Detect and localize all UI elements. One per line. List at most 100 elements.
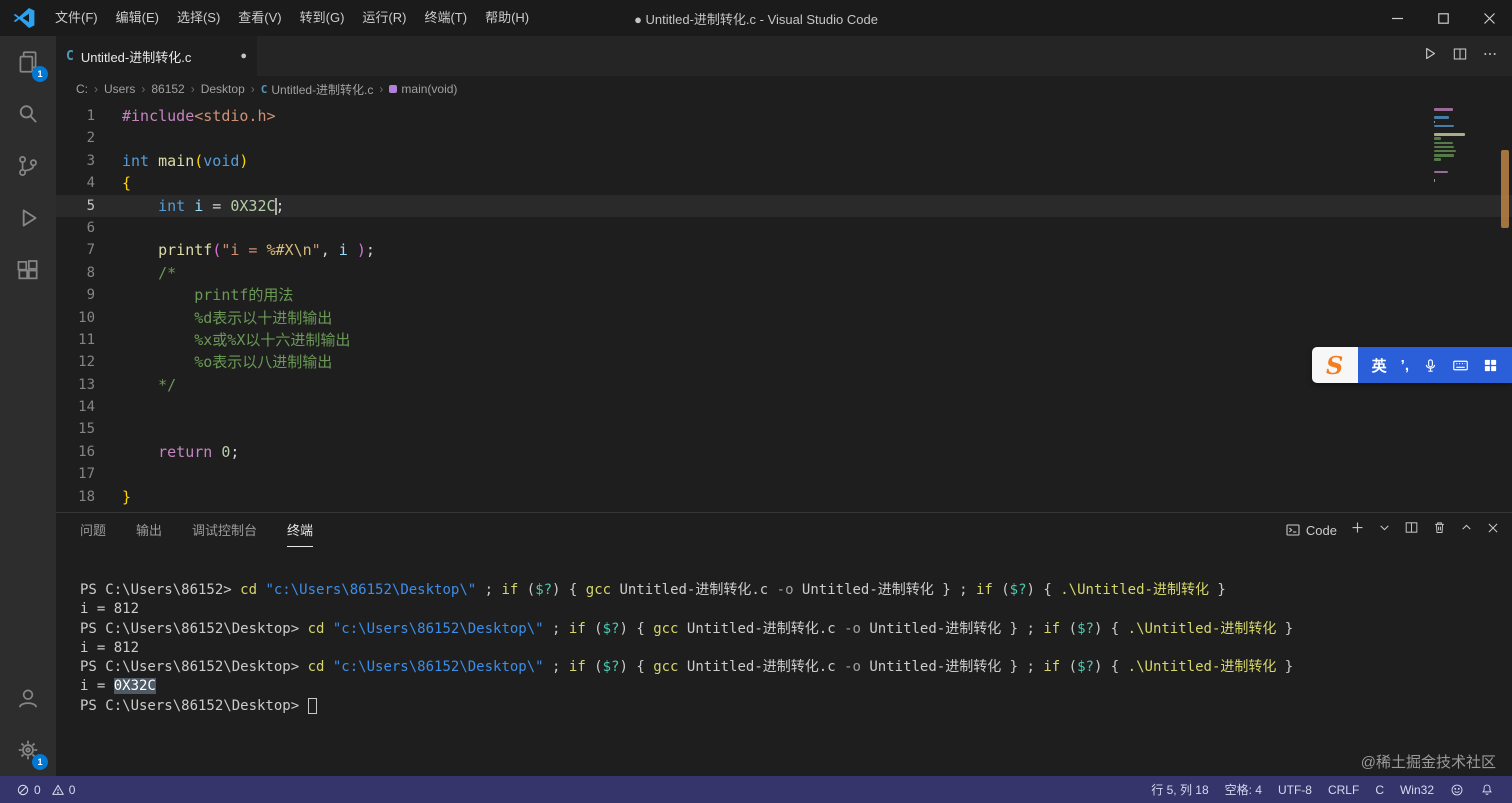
ime-mic-icon[interactable] [1423, 358, 1438, 373]
token-tplain: ( [992, 582, 1010, 598]
token-b2: ( [212, 241, 222, 260]
minimap-line [1434, 116, 1450, 119]
terminal-line-2: i = 812 [80, 600, 1504, 619]
problems-status[interactable]: 0 0 [10, 776, 81, 803]
code-line-1[interactable]: 1 #include<stdio.h> [56, 105, 1512, 127]
code-line-2[interactable]: 2 [56, 127, 1512, 149]
status-item-1[interactable]: 空格: 4 [1217, 776, 1270, 803]
token-tplain: ( [1060, 620, 1078, 637]
status-item-3[interactable]: CRLF [1320, 776, 1367, 803]
menu-item-2[interactable]: 选择(S) [168, 5, 229, 31]
line-number: 15 [78, 421, 95, 438]
breadcrumb-item-5[interactable]: main(void) [389, 82, 457, 96]
split-terminal-icon[interactable] [1404, 520, 1419, 540]
code-line-14[interactable]: 14 [56, 396, 1512, 418]
token-tparam: -o [776, 582, 794, 598]
code-line-7[interactable]: 7 printf("i = %#X\n", i ); [56, 239, 1512, 261]
status-item-4[interactable]: C [1367, 776, 1392, 803]
maximize-button[interactable] [1420, 0, 1466, 36]
accounts-icon[interactable] [0, 672, 56, 724]
token-b1: ( [194, 151, 204, 170]
run-debug-icon[interactable] [0, 192, 56, 244]
breadcrumb-separator: › [94, 82, 98, 96]
dirty-indicator-icon[interactable]: ● [240, 50, 247, 62]
ime-punctuation-toggle[interactable]: ’, [1401, 357, 1409, 374]
token-tplain: ( [585, 620, 603, 637]
breadcrumb-item-1[interactable]: Users [104, 82, 135, 96]
settings-gear-icon[interactable]: 1 [0, 724, 56, 776]
ime-keyboard-icon[interactable] [1452, 357, 1469, 374]
breadcrumb-item-0[interactable]: C: [76, 82, 88, 96]
code-line-8[interactable]: 8 /* [56, 262, 1512, 284]
line-content: } [122, 486, 131, 508]
line-content: %o表示以八进制输出 [122, 351, 332, 373]
terminal-line-3: PS C:\Users\86152\Desktop> cd "c:\Users\… [80, 620, 1504, 639]
terminal-profile[interactable]: Code [1285, 522, 1337, 538]
code-line-6[interactable]: 6 [56, 217, 1512, 239]
menu-item-5[interactable]: 运行(R) [353, 5, 415, 31]
search-icon[interactable] [0, 88, 56, 140]
minimize-button[interactable] [1374, 0, 1420, 36]
close-window-button[interactable] [1466, 0, 1512, 36]
menu-item-1[interactable]: 编辑(E) [107, 5, 168, 31]
code-line-17[interactable]: 17 [56, 463, 1512, 485]
run-file-icon[interactable] [1421, 45, 1438, 67]
code-line-13[interactable]: 13 */ [56, 374, 1512, 396]
breadcrumb-item-3[interactable]: Desktop [201, 82, 245, 96]
overview-ruler[interactable] [1498, 102, 1512, 512]
line-number: 18 [78, 488, 95, 505]
explorer-icon[interactable]: 1 [0, 36, 56, 88]
code-line-5[interactable]: 5 int i = 0X32C; [56, 194, 1512, 217]
code-line-18[interactable]: 18} [56, 486, 1512, 508]
terminal-output[interactable]: PS C:\Users\86152> cd "c:\Users\86152\De… [56, 547, 1512, 776]
status-item-5[interactable]: Win32 [1392, 776, 1442, 803]
tab-untitled-file[interactable]: C Untitled-进制转化.c ● [56, 36, 258, 76]
status-item-2[interactable]: UTF-8 [1270, 776, 1320, 803]
code-line-4[interactable]: 4{ [56, 172, 1512, 194]
maximize-panel-icon[interactable] [1460, 521, 1473, 539]
breadcrumb-separator: › [250, 82, 255, 96]
menu-item-4[interactable]: 转到(G) [291, 5, 354, 31]
code-editor[interactable]: 1 #include<stdio.h> 2 3 int main(void) 4{5 in… [56, 102, 1512, 512]
code-line-3[interactable]: 3 int main(void) [56, 150, 1512, 172]
panel-tab-2[interactable]: 调试控制台 [192, 513, 257, 547]
status-item-0[interactable]: 行 5, 列 18 [1143, 776, 1216, 803]
panel-tab-3[interactable]: 终端 [287, 513, 314, 547]
more-actions-icon[interactable] [1482, 46, 1498, 67]
menu-item-6[interactable]: 终端(T) [415, 5, 476, 31]
close-panel-icon[interactable] [1486, 521, 1500, 540]
ime-toolbar[interactable]: S 英 ’, [1311, 347, 1512, 383]
ime-toolbox-icon[interactable] [1483, 358, 1498, 373]
extensions-icon[interactable] [0, 244, 56, 296]
menu-item-3[interactable]: 查看(V) [229, 5, 290, 31]
code-line-15[interactable]: 15 [56, 418, 1512, 440]
code-line-9[interactable]: 9 printf的用法 [56, 284, 1512, 306]
panel-tab-0[interactable]: 问题 [80, 513, 106, 547]
split-editor-icon[interactable] [1452, 46, 1468, 67]
token-tplain: ) { [619, 620, 654, 637]
menu-item-7[interactable]: 帮助(H) [476, 5, 538, 31]
panel-tab-1[interactable]: 输出 [136, 513, 162, 547]
line-content: { [122, 172, 131, 194]
code-line-16[interactable]: 16 return 0; [56, 441, 1512, 463]
new-terminal-icon[interactable] [1350, 520, 1365, 540]
code-line-12[interactable]: 12 %o表示以八进制输出 [56, 351, 1512, 373]
breadcrumb-item-4[interactable]: C Untitled-进制转化.c [261, 81, 374, 98]
terminal-dropdown-icon[interactable] [1378, 521, 1391, 539]
code-line-10[interactable]: 10 %d表示以十进制输出 [56, 307, 1512, 329]
kill-terminal-icon[interactable] [1432, 520, 1447, 540]
notifications-bell-icon[interactable] [1472, 776, 1502, 803]
menu-item-0[interactable]: 文件(F) [46, 5, 107, 31]
ime-language-toggle[interactable]: 英 [1372, 355, 1387, 376]
feedback-smiley-icon[interactable] [1442, 776, 1472, 803]
line-number: 7 [86, 242, 95, 259]
token-comment: %d表示以十进制输出 [122, 308, 333, 327]
sogou-logo[interactable]: S [1311, 347, 1358, 383]
source-control-icon[interactable] [0, 140, 56, 192]
minimap[interactable] [1434, 108, 1494, 183]
code-line-11[interactable]: 11 %x或%X以十六进制输出 [56, 329, 1512, 351]
token-tcmd: if [501, 582, 519, 598]
token-tplain: PS C:\Users\86152> [80, 582, 241, 598]
breadcrumb-item-2[interactable]: 86152 [151, 82, 184, 96]
